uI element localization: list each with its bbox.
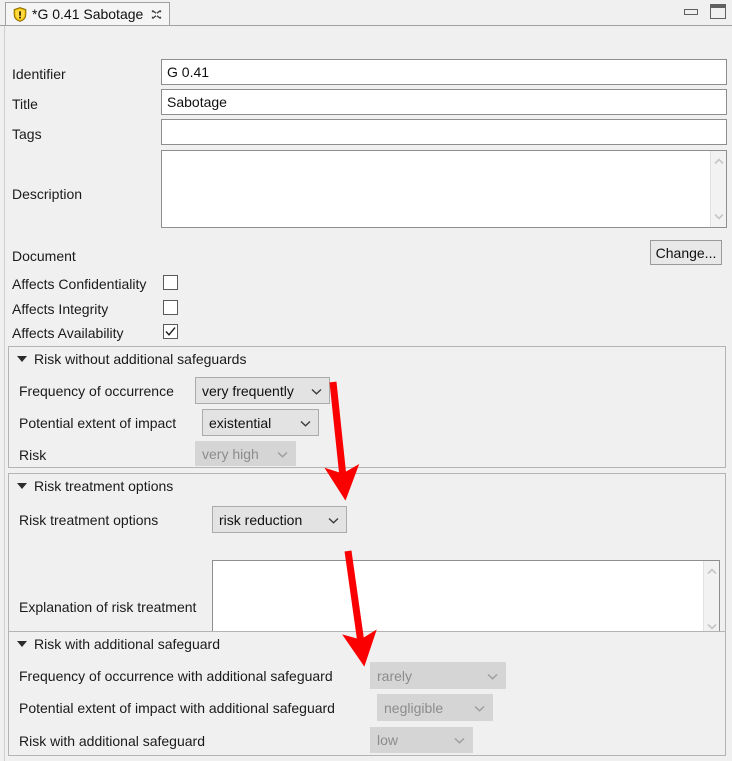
chevron-down-icon xyxy=(487,673,498,680)
potential-extent-of-impact-combo[interactable]: existential xyxy=(202,409,319,436)
section-risk-treatment-options-title: Risk treatment options xyxy=(34,478,174,494)
chevron-down-icon xyxy=(454,737,465,744)
change-document-button[interactable]: Change... xyxy=(650,240,722,265)
explanation-scrollbar[interactable] xyxy=(703,561,719,637)
collapse-triangle-icon[interactable] xyxy=(17,641,27,647)
editor-tab-label: *G 0.41 Sabotage xyxy=(32,6,144,22)
description-scrollbar[interactable] xyxy=(710,151,726,227)
potential-extent-of-impact-value: existential xyxy=(209,414,272,431)
collapse-triangle-icon[interactable] xyxy=(17,356,27,362)
document-label: Document xyxy=(12,248,76,264)
identifier-input[interactable]: G 0.41 xyxy=(161,59,727,85)
explanation-of-risk-treatment-label: Explanation of risk treatment xyxy=(19,599,197,615)
shield-warning-icon xyxy=(13,6,27,22)
affects-confidentiality-checkbox[interactable] xyxy=(163,275,178,290)
chevron-down-icon[interactable] xyxy=(707,623,717,630)
minimize-icon[interactable] xyxy=(683,5,700,19)
close-icon[interactable] xyxy=(150,8,163,21)
potential-extent-of-impact-label: Potential extent of impact xyxy=(19,415,177,431)
section-risk-treatment-options-header[interactable]: Risk treatment options xyxy=(17,478,173,494)
risk-with-safeguard-label: Risk with additional safeguard xyxy=(19,733,205,749)
identifier-label: Identifier xyxy=(12,66,66,82)
description-textarea[interactable] xyxy=(161,150,727,228)
frequency-with-safeguard-label: Frequency of occurrence with additional … xyxy=(19,668,333,684)
chevron-down-icon xyxy=(474,705,485,712)
explanation-of-risk-treatment-text[interactable] xyxy=(213,561,703,637)
description-text[interactable] xyxy=(162,151,710,227)
title-label: Title xyxy=(12,96,38,112)
tags-label: Tags xyxy=(12,126,42,142)
title-input[interactable]: Sabotage xyxy=(161,89,727,115)
impact-with-safeguard-label: Potential extent of impact with addition… xyxy=(19,700,335,716)
editor-tab-sabotage[interactable]: *G 0.41 Sabotage xyxy=(5,2,171,25)
chevron-down-icon[interactable] xyxy=(328,517,339,524)
section-risk-treatment-options: Risk treatment options Risk treatment op… xyxy=(8,473,726,640)
chevron-down-icon[interactable] xyxy=(300,420,311,427)
affects-confidentiality-label: Affects Confidentiality xyxy=(12,276,147,292)
collapse-triangle-icon[interactable] xyxy=(17,483,27,489)
tags-input[interactable] xyxy=(161,119,727,145)
editor-tab-strip: *G 0.41 Sabotage xyxy=(0,0,732,26)
risk-treatment-options-label: Risk treatment options xyxy=(19,512,159,528)
risk-value: very high xyxy=(202,445,259,462)
section-risk-without-safeguards-title: Risk without additional safeguards xyxy=(34,351,247,367)
risk-treatment-options-value: risk reduction xyxy=(219,511,303,528)
affects-integrity-checkbox[interactable] xyxy=(163,300,178,315)
window-controls xyxy=(683,4,726,19)
risk-combo: very high xyxy=(195,441,296,466)
left-divider xyxy=(4,26,5,761)
section-risk-without-safeguards: Risk without additional safeguards Frequ… xyxy=(8,346,726,468)
chevron-down-icon[interactable] xyxy=(714,213,724,220)
frequency-with-safeguard-value: rarely xyxy=(377,667,413,684)
affects-availability-label: Affects Availability xyxy=(12,325,124,341)
section-risk-with-safeguard: Risk with additional safeguard Frequency… xyxy=(8,631,726,756)
risk-label: Risk xyxy=(19,447,47,463)
editor-content: Identifier G 0.41 Title Sabotage Tags De… xyxy=(0,26,732,761)
impact-with-safeguard-combo: negligible xyxy=(377,694,493,721)
risk-with-safeguard-value: low xyxy=(377,732,399,748)
affects-availability-checkbox[interactable] xyxy=(163,324,178,339)
affects-integrity-label: Affects Integrity xyxy=(12,301,109,317)
explanation-of-risk-treatment-textarea[interactable] xyxy=(212,560,720,638)
frequency-with-safeguard-combo: rarely xyxy=(370,662,506,689)
maximize-icon[interactable] xyxy=(710,4,726,19)
frequency-of-occurrence-value: very frequently xyxy=(202,382,294,399)
section-risk-without-safeguards-header[interactable]: Risk without additional safeguards xyxy=(17,351,246,367)
frequency-of-occurrence-combo[interactable]: very frequently xyxy=(195,377,330,404)
section-risk-with-safeguard-header[interactable]: Risk with additional safeguard xyxy=(17,636,220,652)
chevron-up-icon[interactable] xyxy=(707,568,717,575)
chevron-down-icon xyxy=(277,451,288,458)
chevron-up-icon[interactable] xyxy=(714,158,724,165)
risk-with-safeguard-combo: low xyxy=(370,727,473,753)
section-risk-with-safeguard-title: Risk with additional safeguard xyxy=(34,636,220,652)
frequency-of-occurrence-label: Frequency of occurrence xyxy=(19,383,174,399)
risk-treatment-options-combo[interactable]: risk reduction xyxy=(212,506,347,533)
chevron-down-icon[interactable] xyxy=(311,388,322,395)
description-label: Description xyxy=(12,186,83,202)
impact-with-safeguard-value: negligible xyxy=(384,699,444,716)
